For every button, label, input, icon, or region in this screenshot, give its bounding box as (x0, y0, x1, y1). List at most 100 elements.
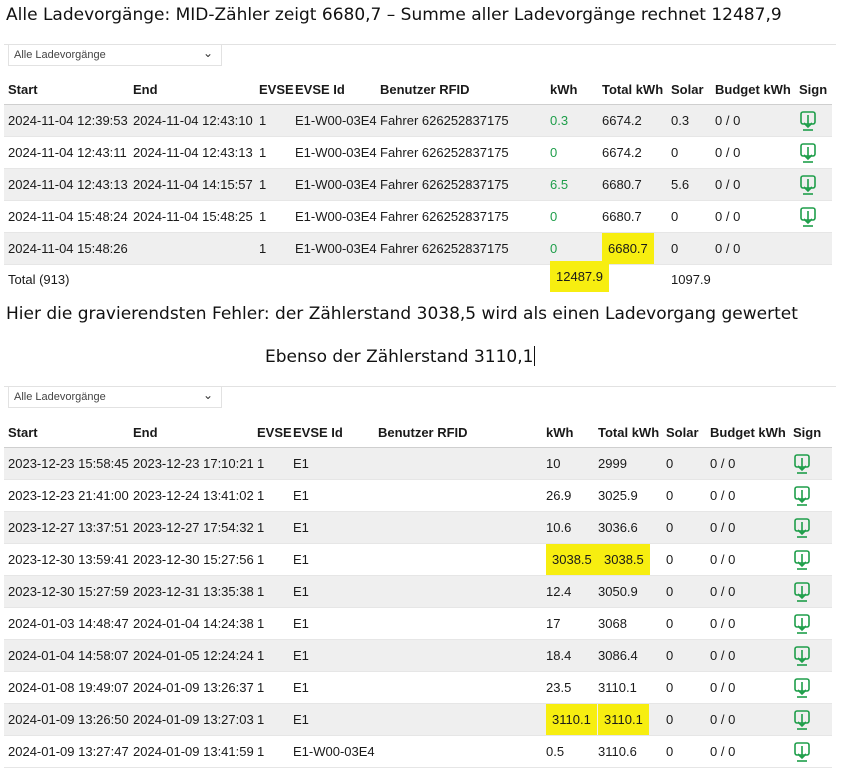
download-signature-icon[interactable] (799, 142, 817, 164)
rfid-cell: Fahrer 626252837175 (376, 168, 546, 201)
column-header-start[interactable]: Start (4, 74, 129, 105)
table-row[interactable]: 2024-01-04 14:58:07 2024-01-05 12:24:24 1 E… (4, 639, 832, 672)
total-label: Total (913) (4, 264, 546, 293)
rfid-cell (374, 511, 542, 544)
download-signature-icon[interactable] (793, 677, 811, 699)
end-cell: 2024-01-09 13:41:59 (129, 735, 254, 768)
column-header-solar[interactable]: Solar (667, 74, 711, 105)
filter-dropdown[interactable]: Alle Ladevorgänge ⌄ (8, 45, 222, 66)
column-header-budget-kwh[interactable]: Budget kWh (711, 74, 795, 105)
total-kwh-cell: 3050.9 (594, 575, 662, 608)
column-header-end[interactable]: End (129, 74, 255, 105)
evse-id-cell: E1 (289, 575, 374, 608)
column-header-budget-kwh[interactable]: Budget kWh (706, 417, 789, 448)
rfid-cell (374, 575, 542, 608)
rfid-cell (374, 479, 542, 512)
evse-cell: 1 (253, 671, 289, 704)
total-kwh-cell: 6680.7 (598, 200, 667, 233)
table-row[interactable]: 2024-11-04 12:39:53 2024-11-04 12:43:10 1 E… (4, 104, 832, 137)
evse-cell: 1 (253, 639, 289, 672)
column-header-evse[interactable]: EVSE (253, 417, 292, 448)
download-signature-icon[interactable] (799, 174, 817, 196)
download-signature-icon[interactable] (793, 709, 811, 731)
kwh-cell: 17 (542, 607, 594, 640)
column-header-total-kwh[interactable]: Total kWh (594, 417, 662, 448)
table-row[interactable]: 2023-12-30 15:27:59 2023-12-31 13:35:38 1 E… (4, 575, 832, 608)
annotation-error-heading: Hier die gravierendsten Fehler: der Zähl… (6, 304, 798, 324)
column-header-total-kwh[interactable]: Total kWh (598, 74, 667, 105)
table-row[interactable]: 2023-12-27 13:37:51 2023-12-27 17:54:32 1 E… (4, 511, 832, 544)
annotation-error-second[interactable]: Ebenso der Zählerstand 3110,1 (265, 346, 536, 367)
sign-cell (795, 232, 832, 265)
download-signature-icon[interactable] (793, 549, 811, 571)
download-signature-icon[interactable] (793, 581, 811, 603)
table-row[interactable]: 2023-12-23 21:41:00 2023-12-24 13:41:02 1 E… (4, 479, 832, 512)
end-cell: 2024-01-04 14:24:38 (129, 607, 254, 640)
column-header-sign[interactable]: Sign (789, 417, 832, 448)
budget-kwh-cell: 0 / 0 (706, 447, 789, 480)
table-row[interactable]: 2024-01-08 19:49:07 2024-01-09 13:26:37 1 E… (4, 671, 832, 704)
kwh-cell: 26.9 (542, 479, 594, 512)
column-header-evse[interactable]: EVSE (255, 74, 294, 105)
column-header-start[interactable]: Start (4, 417, 129, 448)
total-kwh-sum: 12487.9 (550, 260, 609, 292)
budget-kwh-cell: 0 / 0 (706, 639, 789, 672)
end-cell: 2023-12-24 13:41:02 (129, 479, 254, 512)
solar-cell: 0 (662, 607, 706, 640)
total-kwh-cell: 3025.9 (594, 479, 662, 512)
column-header-evse-id[interactable]: EVSE Id (291, 74, 376, 105)
column-header-kwh[interactable]: kWh (546, 74, 598, 105)
start-cell: 2023-12-30 15:27:59 (4, 575, 129, 608)
rfid-cell (374, 543, 542, 576)
solar-cell: 0 (662, 575, 706, 608)
column-header-end[interactable]: End (129, 417, 253, 448)
table-row[interactable]: 2024-01-09 13:27:47 2024-01-09 13:41:59 1 E… (4, 735, 832, 768)
total-kwh-value: 6680.7 (602, 233, 654, 264)
total-solar-sum: 1097.9 (667, 264, 832, 293)
evse-id-cell: E1 (289, 543, 374, 576)
kwh-value: 23.5 (546, 680, 572, 695)
total-kwh-cell: 3086.4 (594, 639, 662, 672)
table-row[interactable]: 2024-11-04 12:43:11 2024-11-04 12:43:13 1 E… (4, 136, 832, 169)
table-row[interactable]: 2024-01-03 14:48:47 2024-01-04 14:24:38 1 E… (4, 607, 832, 640)
filter-dropdown[interactable]: Alle Ladevorgänge ⌄ (8, 387, 222, 408)
table-row[interactable]: 2023-12-30 13:59:41 2023-12-30 15:27:56 1 E… (4, 543, 832, 576)
download-signature-icon[interactable] (799, 206, 817, 228)
table-row[interactable]: 2023-12-23 15:58:45 2023-12-23 17:10:21 1 E… (4, 447, 832, 480)
start-cell: 2024-11-04 12:43:11 (4, 136, 129, 169)
column-header-rfid[interactable]: Benutzer RFID (376, 74, 546, 105)
evse-id-cell: E1 (289, 511, 374, 544)
download-signature-icon[interactable] (793, 453, 811, 475)
kwh-value: 0.3 (550, 113, 569, 128)
budget-kwh-cell: 0 / 0 (711, 136, 795, 169)
solar-cell: 0.3 (667, 104, 711, 137)
total-kwh-value: 3025.9 (598, 488, 638, 503)
kwh-cell: 0.3 (546, 104, 598, 137)
download-signature-icon[interactable] (799, 110, 817, 132)
total-kwh-value: 6680.7 (602, 177, 642, 192)
total-kwh-cell: 6680.7 (598, 168, 667, 201)
end-cell: 2024-11-04 12:43:10 (129, 104, 255, 137)
download-signature-icon[interactable] (793, 485, 811, 507)
column-header-kwh[interactable]: kWh (542, 417, 594, 448)
solar-cell: 0 (667, 136, 711, 169)
total-kwh-value: 3110.6 (598, 744, 637, 759)
download-signature-icon[interactable] (793, 517, 811, 539)
column-header-solar[interactable]: Solar (662, 417, 706, 448)
download-signature-icon[interactable] (793, 741, 811, 763)
total-kwh-cell: 3038.5 (594, 543, 662, 576)
kwh-value: 0 (550, 209, 558, 224)
column-header-evse-id[interactable]: EVSE Id (289, 417, 374, 448)
column-header-sign[interactable]: Sign (795, 74, 832, 105)
kwh-value: 0.5 (546, 744, 565, 759)
evse-id-cell: E1 (289, 447, 374, 480)
table-row[interactable]: 2024-01-09 13:26:50 2024-01-09 13:27:03 1 E… (4, 703, 832, 736)
download-signature-icon[interactable] (793, 613, 811, 635)
download-signature-icon[interactable] (793, 645, 811, 667)
table-row[interactable]: 2024-11-04 12:43:13 2024-11-04 14:15:57 1 E… (4, 168, 832, 201)
column-header-rfid[interactable]: Benutzer RFID (374, 417, 542, 448)
budget-kwh-cell: 0 / 0 (706, 511, 789, 544)
table-row[interactable]: 2024-11-04 15:48:26 1 E1-W00-03E4 Fahrer 62… (4, 232, 832, 265)
evse-cell: 1 (255, 200, 291, 233)
table-row[interactable]: 2024-11-04 15:48:24 2024-11-04 15:48:25 1 E… (4, 200, 832, 233)
